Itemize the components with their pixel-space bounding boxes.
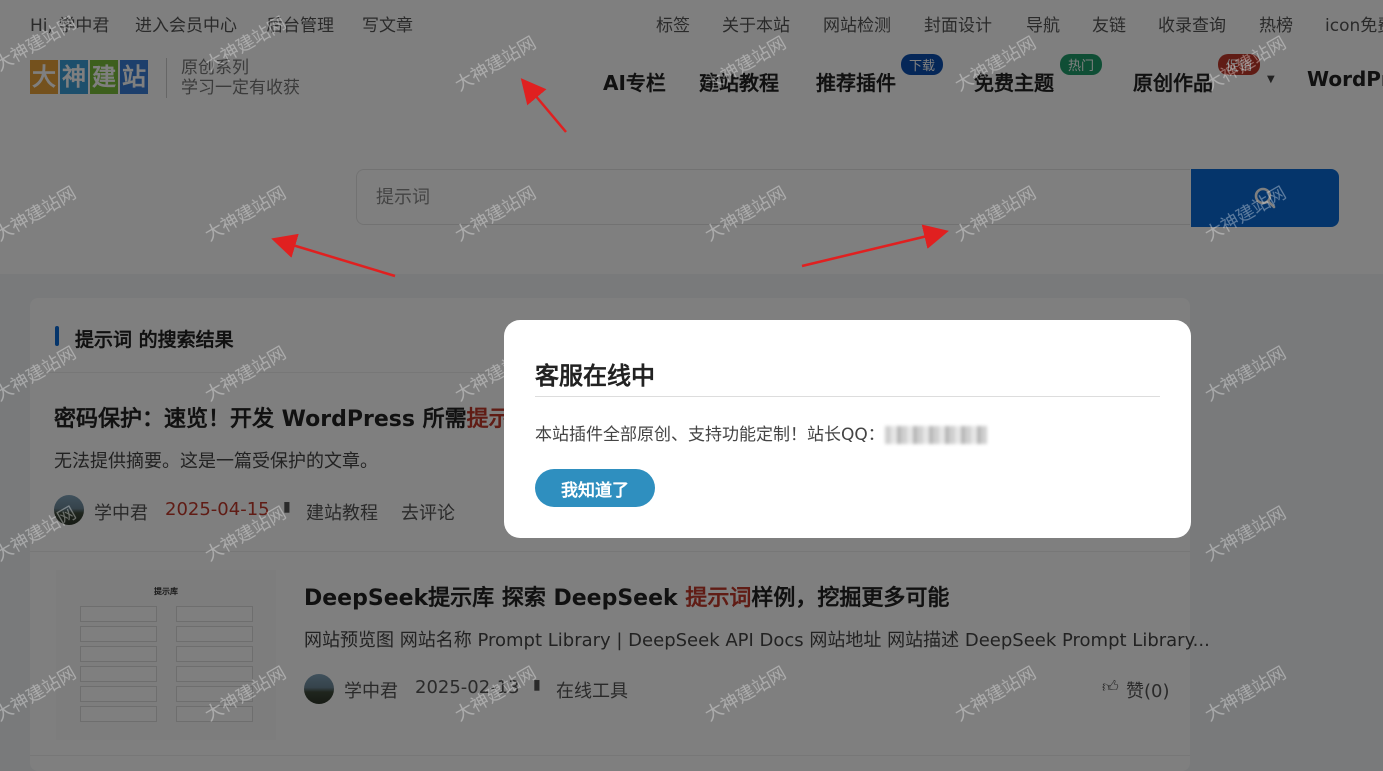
arrow-icon: [801, 224, 949, 268]
arrow-icon: [271, 233, 396, 278]
modal-divider: [535, 396, 1160, 397]
modal-message-text: 本站插件全部原创、支持功能定制！站长QQ：: [535, 425, 885, 445]
modal-title: 客服在线中: [535, 362, 655, 390]
qq-number-redacted: [884, 426, 987, 444]
customer-service-modal: 客服在线中 本站插件全部原创、支持功能定制！站长QQ： 我知道了: [504, 320, 1191, 538]
acknowledge-button[interactable]: 我知道了: [535, 469, 655, 507]
arrow-icon: [520, 78, 567, 133]
modal-message: 本站插件全部原创、支持功能定制！站长QQ：: [535, 420, 987, 445]
